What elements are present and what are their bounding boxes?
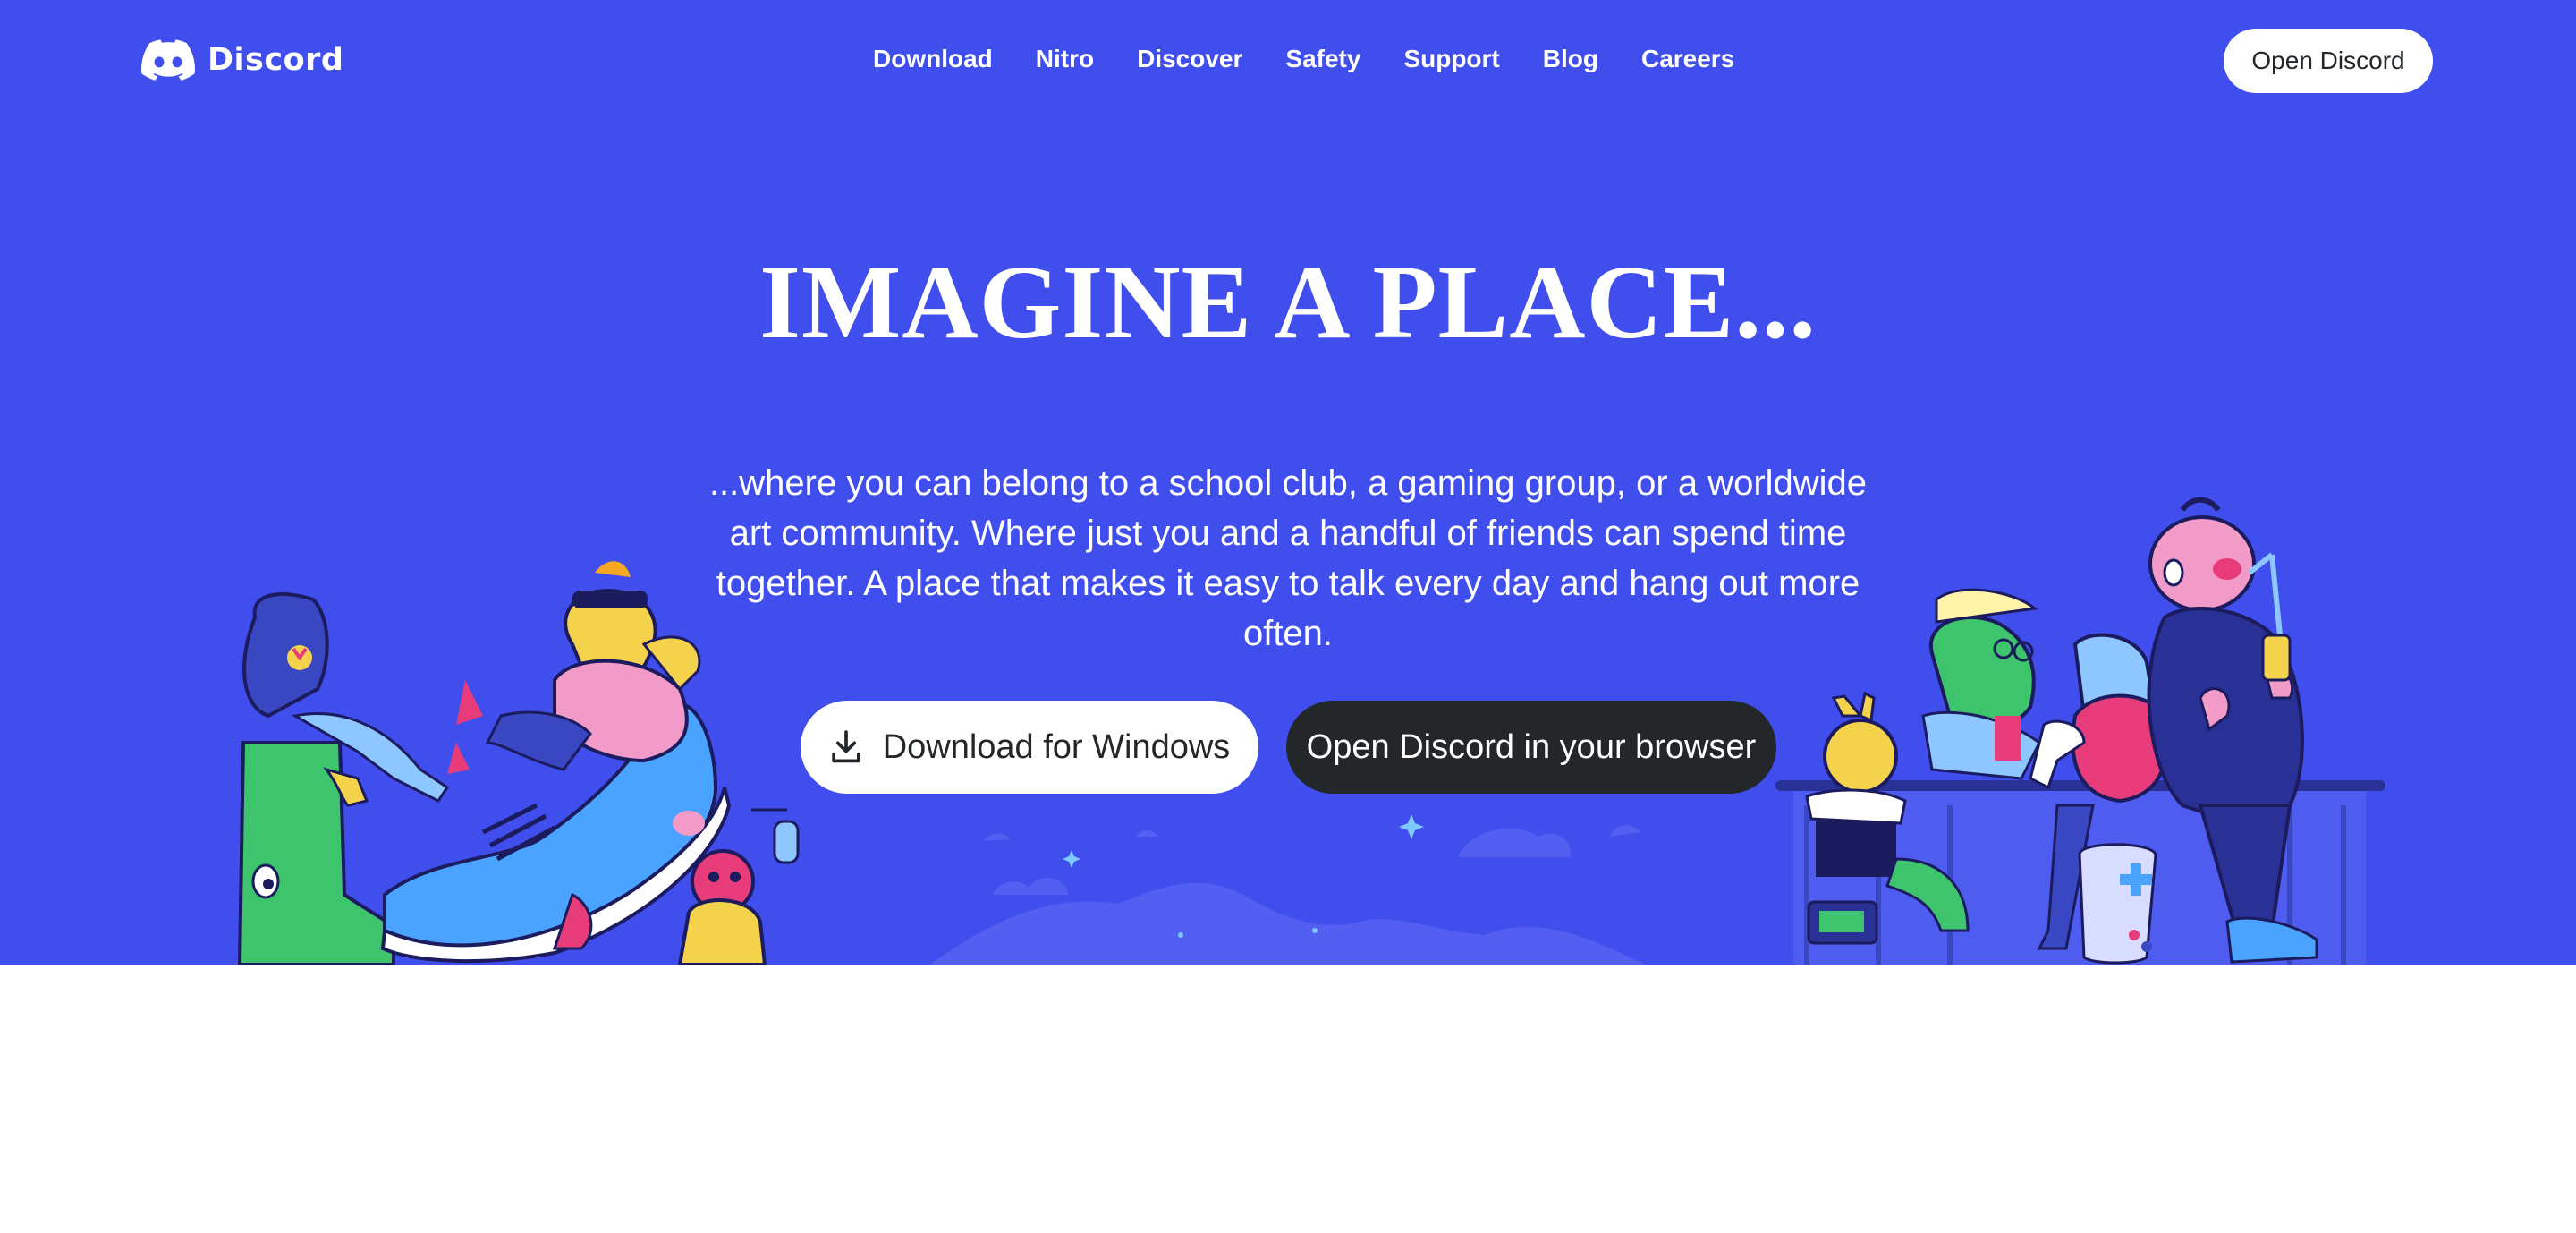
open-discord-button[interactable]: Open Discord (2224, 29, 2433, 93)
nav-links: Download Nitro Discover Safety Support B… (873, 45, 1734, 73)
download-for-windows-button[interactable]: Download for Windows (801, 701, 1258, 794)
nav-link-support[interactable]: Support (1403, 45, 1499, 73)
hero-section: Discord Download Nitro Discover Safety S… (0, 0, 2576, 965)
hero-title: IMAGINE A PLACE... (759, 243, 1817, 361)
nav-link-blog[interactable]: Blog (1543, 45, 1598, 73)
below-hero-area (0, 965, 2576, 1233)
brand-logo[interactable]: Discord (141, 39, 344, 81)
brand-name: Discord (208, 42, 344, 78)
nav-link-careers[interactable]: Careers (1641, 45, 1734, 73)
nav-link-download[interactable]: Download (873, 45, 993, 73)
nav-link-discover[interactable]: Discover (1137, 45, 1242, 73)
nav-link-safety[interactable]: Safety (1285, 45, 1360, 73)
download-button-label: Download for Windows (882, 727, 1231, 766)
open-in-browser-button[interactable]: Open Discord in your browser (1286, 701, 1776, 794)
discord-logo-icon (141, 39, 195, 81)
download-icon (831, 730, 860, 763)
hills-background (930, 825, 1646, 965)
hero-subtitle: ...where you can belong to a school club… (708, 463, 1868, 653)
nav-link-nitro[interactable]: Nitro (1036, 45, 1094, 73)
top-nav: Discord Download Nitro Discover Safety S… (0, 0, 2576, 125)
